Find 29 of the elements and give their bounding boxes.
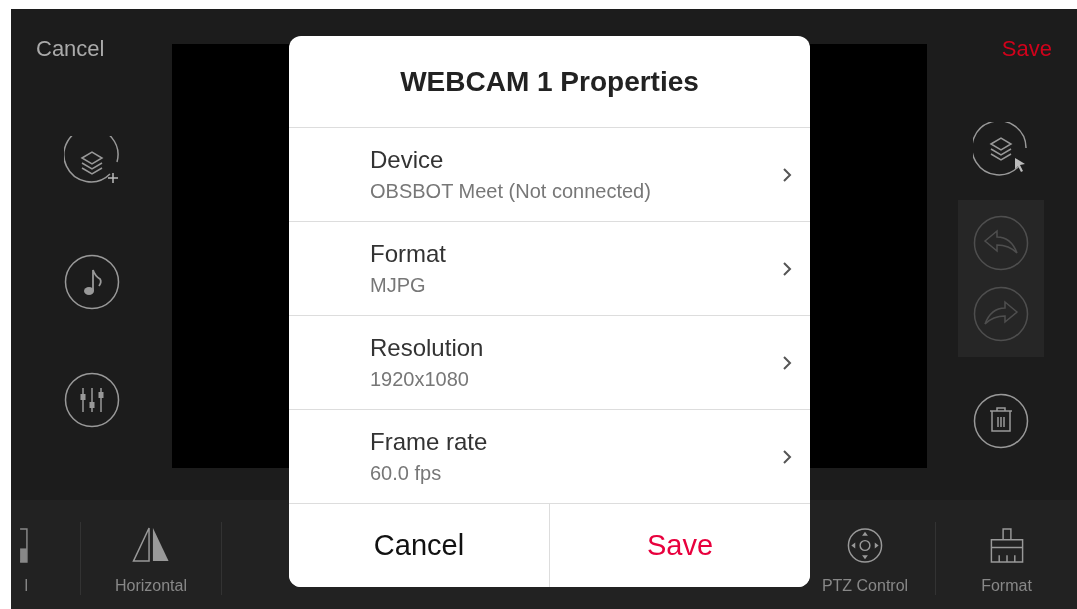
- property-label: Device: [370, 146, 445, 174]
- slider-icon: [20, 528, 28, 563]
- cancel-button[interactable]: Cancel: [36, 36, 105, 62]
- property-label: Format: [370, 240, 447, 268]
- property-row[interactable]: Device OBSBOT Meet (Not connected): [289, 128, 810, 222]
- property-label: Frame rate: [370, 428, 489, 456]
- property-value: 60.0 fps: [370, 462, 443, 485]
- property-label: Resolution: [370, 334, 485, 362]
- property-value: OBSBOT Meet (Not connected): [370, 180, 652, 203]
- mixer-icon[interactable]: [63, 372, 120, 428]
- toolbar-label[interactable]: PTZ Control: [821, 577, 909, 595]
- save-button[interactable]: Save: [549, 504, 810, 587]
- dialog-title: WEBCAM 1 Properties: [289, 36, 810, 128]
- property-row[interactable]: Format MJPG: [289, 222, 810, 316]
- chevron-right-icon: [782, 354, 792, 371]
- flip-horizontal-icon: [131, 526, 171, 565]
- chevron-right-icon: [782, 448, 792, 465]
- toolbar-label[interactable]: l: [24, 577, 28, 595]
- property-row[interactable]: Resolution 1920x1080: [289, 316, 810, 410]
- chevron-right-icon: [782, 260, 792, 277]
- property-value: 1920x1080: [370, 368, 470, 391]
- toolbar-label[interactable]: Format: [981, 577, 1032, 595]
- trash-icon[interactable]: [972, 393, 1029, 449]
- ptz-control-icon: [845, 526, 885, 565]
- music-note-icon[interactable]: [63, 254, 120, 310]
- property-value: MJPG: [370, 274, 427, 297]
- toolbar-label[interactable]: Horizontal: [115, 577, 187, 595]
- chevron-right-icon: [782, 166, 792, 183]
- select-layer-icon[interactable]: [972, 122, 1029, 178]
